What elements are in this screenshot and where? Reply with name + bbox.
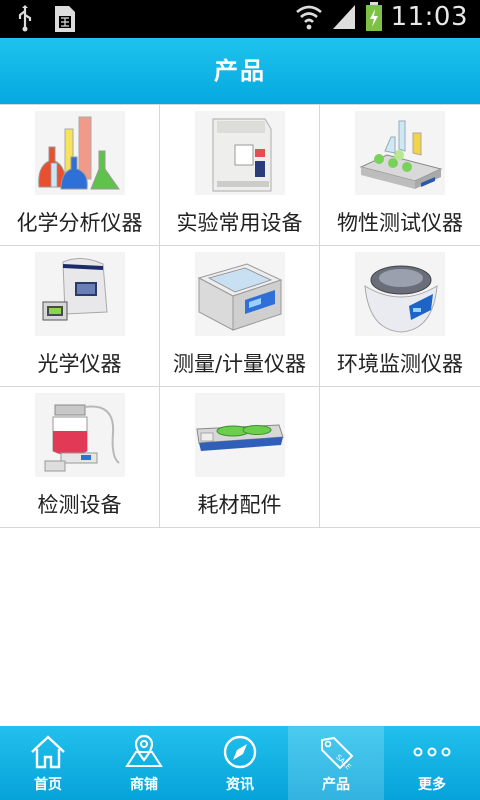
nav-news-label: 资讯 — [226, 777, 254, 793]
category-label: 测量/计量仪器 — [172, 352, 307, 376]
status-time: 11:03 — [390, 2, 468, 32]
category-tile-lab-equipment[interactable]: 实验常用设备 — [160, 105, 320, 246]
category-label: 光学仪器 — [37, 352, 122, 376]
category-label: 检测设备 — [37, 493, 122, 517]
more-dots-icon — [413, 747, 451, 757]
nav-more[interactable]: 更多 — [384, 726, 480, 800]
shaker-platform-image — [355, 111, 445, 195]
bottom-nav: 首页 商铺 资讯 SALE 产品 更多 — [0, 726, 480, 800]
nav-products-label: 产品 — [322, 777, 350, 793]
home-icon — [31, 735, 65, 769]
category-label: 化学分析仪器 — [16, 211, 143, 235]
nav-shops[interactable]: 商铺 — [96, 726, 192, 800]
empty-tile — [320, 387, 480, 528]
category-tile-inspection[interactable]: 检测设备 — [0, 387, 160, 528]
vacuum-aspirator-image — [35, 393, 125, 477]
centrifuge-image — [355, 252, 445, 336]
title-bar: 产品 — [0, 38, 480, 104]
status-bar: 11:03 — [0, 0, 480, 38]
thermal-cycler-image — [35, 252, 125, 336]
nav-more-label: 更多 — [418, 777, 446, 793]
category-tile-optical[interactable]: 光学仪器 — [0, 246, 160, 387]
category-label: 环境监测仪器 — [337, 352, 463, 376]
category-tile-physical-testing[interactable]: 物性测试仪器 — [320, 105, 480, 246]
nav-home[interactable]: 首页 — [0, 726, 96, 800]
compass-icon — [223, 735, 257, 769]
glass-flasks-image — [35, 111, 125, 195]
sale-tag-icon: SALE — [321, 736, 354, 771]
nav-home-label: 首页 — [34, 777, 62, 793]
nav-products[interactable]: SALE 产品 — [288, 726, 384, 800]
category-label: 物性测试仪器 — [337, 211, 463, 235]
nav-news[interactable]: 资讯 — [192, 726, 288, 800]
category-tile-measurement[interactable]: 测量/计量仪器 — [160, 246, 320, 387]
page-title: 产品 — [214, 57, 266, 85]
battery-charging-icon — [365, 2, 382, 31]
analyzer-machine-image — [195, 111, 285, 195]
status-left-icons — [14, 4, 78, 34]
status-right-icons: 11:03 — [295, 2, 468, 32]
sim-card-icon — [55, 6, 75, 32]
wifi-icon — [295, 5, 322, 30]
category-label: 耗材配件 — [197, 493, 282, 517]
category-tile-environmental[interactable]: 环境监测仪器 — [320, 246, 480, 387]
nav-shops-label: 商铺 — [130, 777, 158, 793]
measuring-box-image — [195, 252, 285, 336]
category-grid: 化学分析仪器 实验常用设备 物性测试仪器 光学仪器 测量/计量仪器 环境监测仪器… — [0, 104, 480, 528]
category-label: 实验常用设备 — [176, 211, 303, 235]
signal-icon — [332, 5, 355, 29]
category-tile-chemical-analysis[interactable]: 化学分析仪器 — [0, 105, 160, 246]
category-tile-consumables[interactable]: 耗材配件 — [160, 387, 320, 528]
rocker-mixer-image — [195, 393, 285, 477]
svg-text:SALE: SALE — [334, 753, 352, 771]
usb-icon — [18, 5, 32, 32]
map-pin-icon — [125, 734, 163, 767]
